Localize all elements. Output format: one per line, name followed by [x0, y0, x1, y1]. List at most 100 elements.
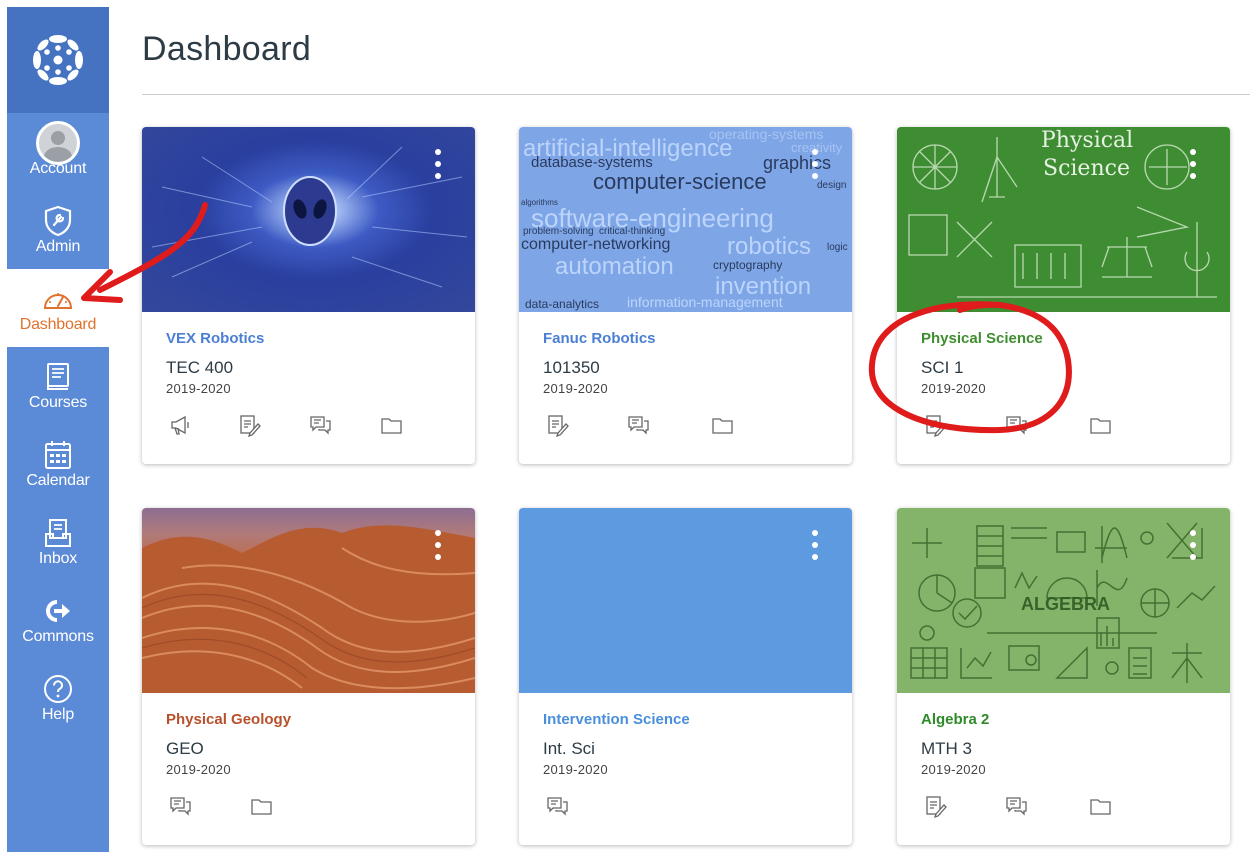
course-term: 2019-2020	[921, 762, 986, 777]
chalkboard-physics-image: Physical Science	[908, 128, 1217, 298]
assignments-icon	[926, 796, 947, 818]
card-actions	[921, 794, 1206, 820]
nav-help[interactable]: Help	[7, 659, 109, 737]
discussions-button[interactable]	[1005, 794, 1089, 820]
course-code: 101350	[543, 358, 600, 377]
course-name[interactable]: Physical Science	[921, 330, 1206, 347]
nav-dashboard[interactable]: Dashboard	[7, 269, 109, 347]
course-code: MTH 3	[921, 739, 972, 758]
help-question-icon	[44, 675, 72, 703]
discussions-button[interactable]	[1005, 413, 1089, 439]
course-card-algebra-2[interactable]: ALGEBRA Algebra 2 MTH 3 2019-2020	[897, 508, 1230, 845]
files-button[interactable]	[250, 794, 334, 820]
card-options-menu[interactable]	[435, 149, 441, 181]
word: graphics	[763, 153, 832, 173]
nav-admin[interactable]: Admin	[7, 191, 109, 269]
announcements-button[interactable]	[166, 413, 238, 439]
card-options-menu[interactable]	[812, 149, 818, 181]
page-title: Dashboard	[142, 30, 312, 68]
nav-label: Admin	[35, 238, 81, 255]
word: computer-networking	[521, 236, 671, 253]
nav-inbox[interactable]: Inbox	[7, 503, 109, 581]
canvas-logo[interactable]	[7, 7, 109, 113]
course-code: TEC 400	[166, 358, 234, 377]
files-button[interactable]	[1089, 413, 1173, 439]
nav-label: Commons	[22, 628, 94, 645]
course-name[interactable]: Physical Geology	[166, 711, 451, 728]
course-term: 2019-2020	[166, 381, 231, 396]
inbox-icon	[45, 519, 71, 547]
global-navigation: Account Admin Dashboard Courses Calendar…	[7, 7, 109, 852]
announcements-icon	[171, 416, 189, 435]
nav-account[interactable]: Account	[7, 113, 109, 191]
card-options-menu[interactable]	[435, 530, 441, 562]
card-hero-image[interactable]	[142, 127, 475, 312]
word: robotics	[727, 233, 812, 260]
course-name[interactable]: Intervention Science	[543, 711, 828, 728]
files-icon	[381, 418, 402, 434]
card-actions	[166, 413, 451, 439]
nav-label: Inbox	[38, 550, 78, 567]
algebra-doodle-image: ALGEBRA	[910, 522, 1216, 683]
discussions-icon	[1006, 416, 1027, 434]
course-code: SCI 1	[921, 358, 964, 377]
assignments-button[interactable]	[238, 413, 309, 439]
assignments-button[interactable]	[543, 413, 627, 439]
files-button[interactable]	[1089, 794, 1173, 820]
course-card-vex-robotics[interactable]: VEX Robotics TEC 400 2019-2020	[142, 127, 475, 464]
course-card-fanuc-robotics[interactable]: operating-systems artificial-intelligenc…	[519, 127, 852, 464]
card-options-menu[interactable]	[812, 530, 818, 562]
book-icon	[47, 363, 69, 390]
discussions-button[interactable]	[543, 794, 627, 820]
course-term: 2019-2020	[166, 762, 231, 777]
course-term: 2019-2020	[921, 381, 986, 396]
discussions-button[interactable]	[309, 413, 380, 439]
course-card-intervention-science[interactable]: Intervention Science Int. Sci 2019-2020	[519, 508, 852, 845]
card-actions	[921, 413, 1206, 439]
nav-commons[interactable]: Commons	[7, 581, 109, 659]
discussions-icon	[1006, 797, 1027, 815]
card-hero-color[interactable]	[519, 508, 852, 693]
files-button[interactable]	[711, 413, 795, 439]
canvas-logo-icon	[33, 35, 83, 85]
discussions-icon	[310, 416, 331, 434]
chalk-title: Physical	[1041, 128, 1133, 153]
course-name[interactable]: Algebra 2	[921, 711, 1206, 728]
files-icon	[1090, 799, 1111, 815]
files-icon	[1090, 418, 1111, 434]
course-card-physical-geology[interactable]: Physical Geology GEO 2019-2020	[142, 508, 475, 845]
calendar-icon	[45, 441, 71, 469]
word-cloud: operating-systems artificial-intelligenc…	[519, 127, 852, 312]
assignments-icon	[926, 415, 947, 437]
course-name[interactable]: VEX Robotics	[166, 330, 451, 347]
sandstone-canyon-image	[142, 525, 475, 693]
word: cryptography	[713, 258, 783, 272]
nav-label: Calendar	[26, 472, 90, 489]
discussions-button[interactable]	[166, 794, 250, 820]
word: data-analytics	[525, 297, 600, 311]
files-icon	[712, 418, 733, 434]
card-options-menu[interactable]	[1190, 149, 1196, 181]
discussions-button[interactable]	[627, 413, 711, 439]
nav-calendar[interactable]: Calendar	[7, 425, 109, 503]
avatar	[36, 121, 80, 165]
course-code: GEO	[166, 739, 204, 758]
card-hero-image[interactable]: Physical Science	[897, 127, 1230, 312]
card-options-menu[interactable]	[1190, 530, 1196, 562]
card-hero-image[interactable]: ALGEBRA	[897, 508, 1230, 693]
files-button[interactable]	[380, 413, 451, 439]
course-card-physical-science[interactable]: Physical Science Physical Science SCI 1 …	[897, 127, 1230, 464]
card-actions	[543, 794, 828, 820]
nav-courses[interactable]: Courses	[7, 347, 109, 425]
word: logic	[827, 242, 848, 253]
alien-head-image	[151, 146, 468, 288]
nav-label: Help	[41, 706, 75, 723]
chalk-title: Science	[1043, 156, 1130, 181]
course-name[interactable]: Fanuc Robotics	[543, 330, 828, 347]
discussions-icon	[170, 797, 191, 815]
assignments-button[interactable]	[921, 413, 1005, 439]
assignments-button[interactable]	[921, 794, 1005, 820]
word: automation	[555, 253, 674, 280]
card-hero-image[interactable]	[142, 508, 475, 693]
card-hero-image[interactable]: operating-systems artificial-intelligenc…	[519, 127, 852, 312]
